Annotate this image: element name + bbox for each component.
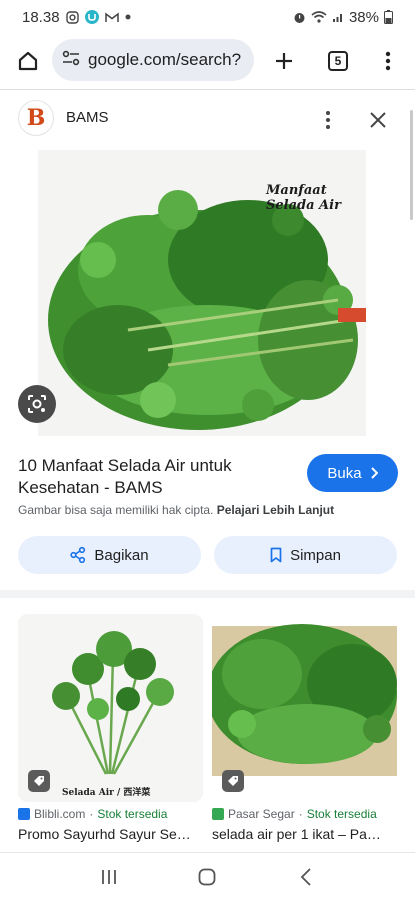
source-name[interactable]: BAMS — [66, 109, 109, 126]
toolbar-divider — [0, 89, 415, 90]
tab-switcher-button[interactable]: 5 — [320, 43, 356, 79]
status-left: 18.38 — [22, 9, 131, 26]
kebab-menu-icon — [385, 51, 391, 71]
status-right: 38% — [293, 9, 393, 26]
result-title[interactable]: 10 Manfaat Selada Air untuk Kesehatan - … — [18, 455, 288, 499]
related-source: Blibli.com — [34, 807, 86, 821]
browser-toolbar: google.com/search? 5 — [0, 34, 415, 88]
home-nav-icon — [199, 868, 216, 885]
system-nav-bar — [0, 852, 415, 900]
share-button[interactable]: Bagikan — [18, 536, 201, 574]
related-image-caption: Selada Air / 西洋菜 — [62, 788, 151, 798]
new-tab-button[interactable] — [266, 43, 302, 79]
related-meta: Pasar Segar · Stok tersedia — [212, 807, 377, 821]
tab-count: 5 — [328, 51, 348, 71]
pasar-segar-favicon-icon — [212, 808, 224, 820]
related-meta: Blibli.com · Stok tersedia — [18, 807, 167, 821]
recent-apps-button[interactable] — [89, 857, 129, 897]
site-settings-icon[interactable] — [62, 50, 80, 71]
scrollbar[interactable] — [410, 110, 413, 220]
signal-icon — [332, 11, 344, 23]
home-button[interactable] — [10, 43, 46, 79]
related-title[interactable]: selada air per 1 ikat – Pa… — [212, 826, 398, 842]
shopping-tag-icon — [28, 770, 50, 792]
visit-button[interactable]: Buka — [307, 454, 398, 492]
related-image-card[interactable] — [212, 614, 397, 802]
plus-icon — [276, 53, 292, 69]
related-source: Pasar Segar — [228, 807, 295, 821]
more-vert-icon — [326, 111, 330, 129]
wifi-icon — [311, 11, 327, 23]
main-image[interactable]: Manfaat Selada Air — [38, 150, 366, 436]
section-divider — [0, 590, 415, 598]
image-caption: Manfaat Selada Air — [266, 183, 341, 213]
meta-separator: · — [89, 807, 94, 821]
stock-status: Stok tersedia — [97, 807, 168, 821]
recent-apps-icon — [102, 869, 117, 884]
related-title[interactable]: Promo Sayurhd Sayur Se… — [18, 826, 204, 842]
home-icon — [18, 51, 38, 71]
copyright-notice: Gambar bisa saja memiliki hak cipta. Pel… — [18, 503, 334, 517]
browser-menu-button[interactable] — [370, 43, 406, 79]
save-label: Simpan — [290, 546, 341, 564]
status-time: 18.38 — [22, 8, 60, 26]
app-notification-icon — [84, 10, 99, 24]
visit-label: Buka — [327, 464, 362, 482]
meta-separator: · — [298, 807, 303, 821]
url-text: google.com/search? — [88, 50, 242, 69]
source-more-button[interactable] — [310, 102, 346, 138]
battery-icon — [384, 10, 393, 24]
share-icon — [70, 547, 86, 563]
disclaimer-text: Gambar bisa saja memiliki hak cipta. — [18, 503, 214, 517]
lens-button[interactable] — [18, 385, 56, 423]
lens-icon — [28, 395, 46, 413]
save-button[interactable]: Simpan — [214, 536, 397, 574]
source-header: B BAMS — [0, 96, 415, 142]
close-button[interactable] — [360, 102, 396, 138]
instagram-icon — [65, 10, 79, 24]
status-bar: 18.38 38% — [0, 0, 415, 34]
back-button[interactable] — [286, 857, 326, 897]
more-notifications-dot-icon — [125, 14, 131, 20]
source-logo[interactable]: B — [18, 100, 54, 136]
chevron-right-icon — [370, 467, 378, 479]
bookmark-icon — [270, 547, 282, 563]
share-label: Bagikan — [94, 546, 149, 564]
address-bar[interactable]: google.com/search? — [52, 39, 254, 81]
gmail-icon — [104, 12, 119, 23]
back-icon — [300, 867, 311, 886]
close-icon — [370, 112, 386, 128]
battery-percent: 38% — [348, 8, 379, 26]
alarm-icon — [293, 11, 306, 24]
home-nav-button[interactable] — [187, 857, 227, 897]
blibli-favicon-icon — [18, 808, 30, 820]
related-image-card[interactable]: Selada Air / 西洋菜 — [18, 614, 203, 802]
learn-more-link[interactable]: Pelajari Lebih Lanjut — [217, 503, 334, 517]
stock-status: Stok tersedia — [306, 807, 377, 821]
shopping-tag-icon — [222, 770, 244, 792]
